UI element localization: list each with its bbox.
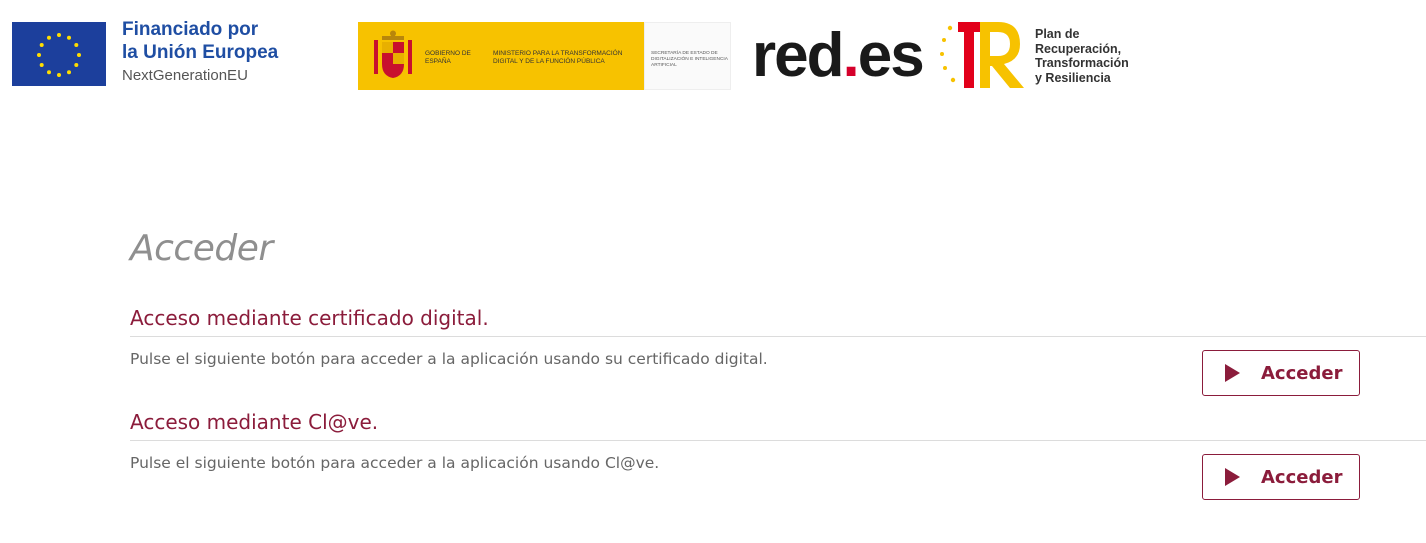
redes-suffix: es <box>857 21 925 90</box>
section-description: Pulse el siguiente botón para acceder a … <box>130 350 768 368</box>
secretaria-panel: SECRETARÍA DE ESTADO DE DIGITALIZACIÓN E… <box>644 22 731 90</box>
eu-stars-icon <box>37 33 81 77</box>
gobierno-name: GOBIERNO DE ESPAÑA <box>425 50 471 65</box>
redes-logo: red.es <box>752 25 925 87</box>
acceder-certificado-button[interactable]: Acceder <box>1202 350 1360 396</box>
eu-line-2: la Unión Europea <box>122 42 279 63</box>
secretaria-name: SECRETARÍA DE ESTADO DE DIGITALIZACIÓN E… <box>651 51 728 68</box>
button-label: Acceder <box>1261 466 1343 488</box>
prtr-line-1: Plan de <box>1035 27 1080 41</box>
prtr-logo-icon <box>940 22 1024 88</box>
prtr-line-4: y Resiliencia <box>1035 70 1111 85</box>
prtr-line-3: Transformación <box>1035 56 1129 70</box>
redes-name: red <box>752 21 844 90</box>
play-icon <box>1225 364 1240 382</box>
section-clave: Acceso mediante Cl@ve. Pulse el siguient… <box>130 410 1426 500</box>
section-divider <box>130 440 1426 441</box>
eu-line-3: NextGenerationEU <box>122 67 248 84</box>
section-description: Pulse el siguiente botón para acceder a … <box>130 454 660 472</box>
page-title: Acceder <box>130 228 273 269</box>
ministry-name: MINISTERIO PARA LA TRANSFORMACIÓN DIGITA… <box>493 50 623 65</box>
eu-flag-icon <box>12 22 106 86</box>
eu-funding-text: Financiado por la Unión Europea NextGene… <box>122 20 278 83</box>
spain-coat-of-arms-icon <box>374 30 412 78</box>
eu-line-1: Financiado por <box>122 19 259 40</box>
play-icon <box>1225 468 1240 486</box>
gobierno-logo: GOBIERNO DE ESPAÑA MINISTERIO PARA LA TR… <box>358 22 731 90</box>
prtr-text: Plan de Recuperación, Transformación y R… <box>1035 27 1129 85</box>
logo-banner: Financiado por la Unión Europea NextGene… <box>0 0 1426 110</box>
redes-dot: . <box>842 21 859 90</box>
section-certificado: Acceso mediante certificado digital. Pul… <box>130 306 1426 396</box>
section-title: Acceso mediante certificado digital. <box>130 306 489 330</box>
gobierno-yellow-panel: GOBIERNO DE ESPAÑA MINISTERIO PARA LA TR… <box>358 22 644 90</box>
button-label: Acceder <box>1261 362 1343 384</box>
section-divider <box>130 336 1426 337</box>
prtr-line-2: Recuperación, <box>1035 41 1122 56</box>
section-title: Acceso mediante Cl@ve. <box>130 410 379 434</box>
acceder-clave-button[interactable]: Acceder <box>1202 454 1360 500</box>
